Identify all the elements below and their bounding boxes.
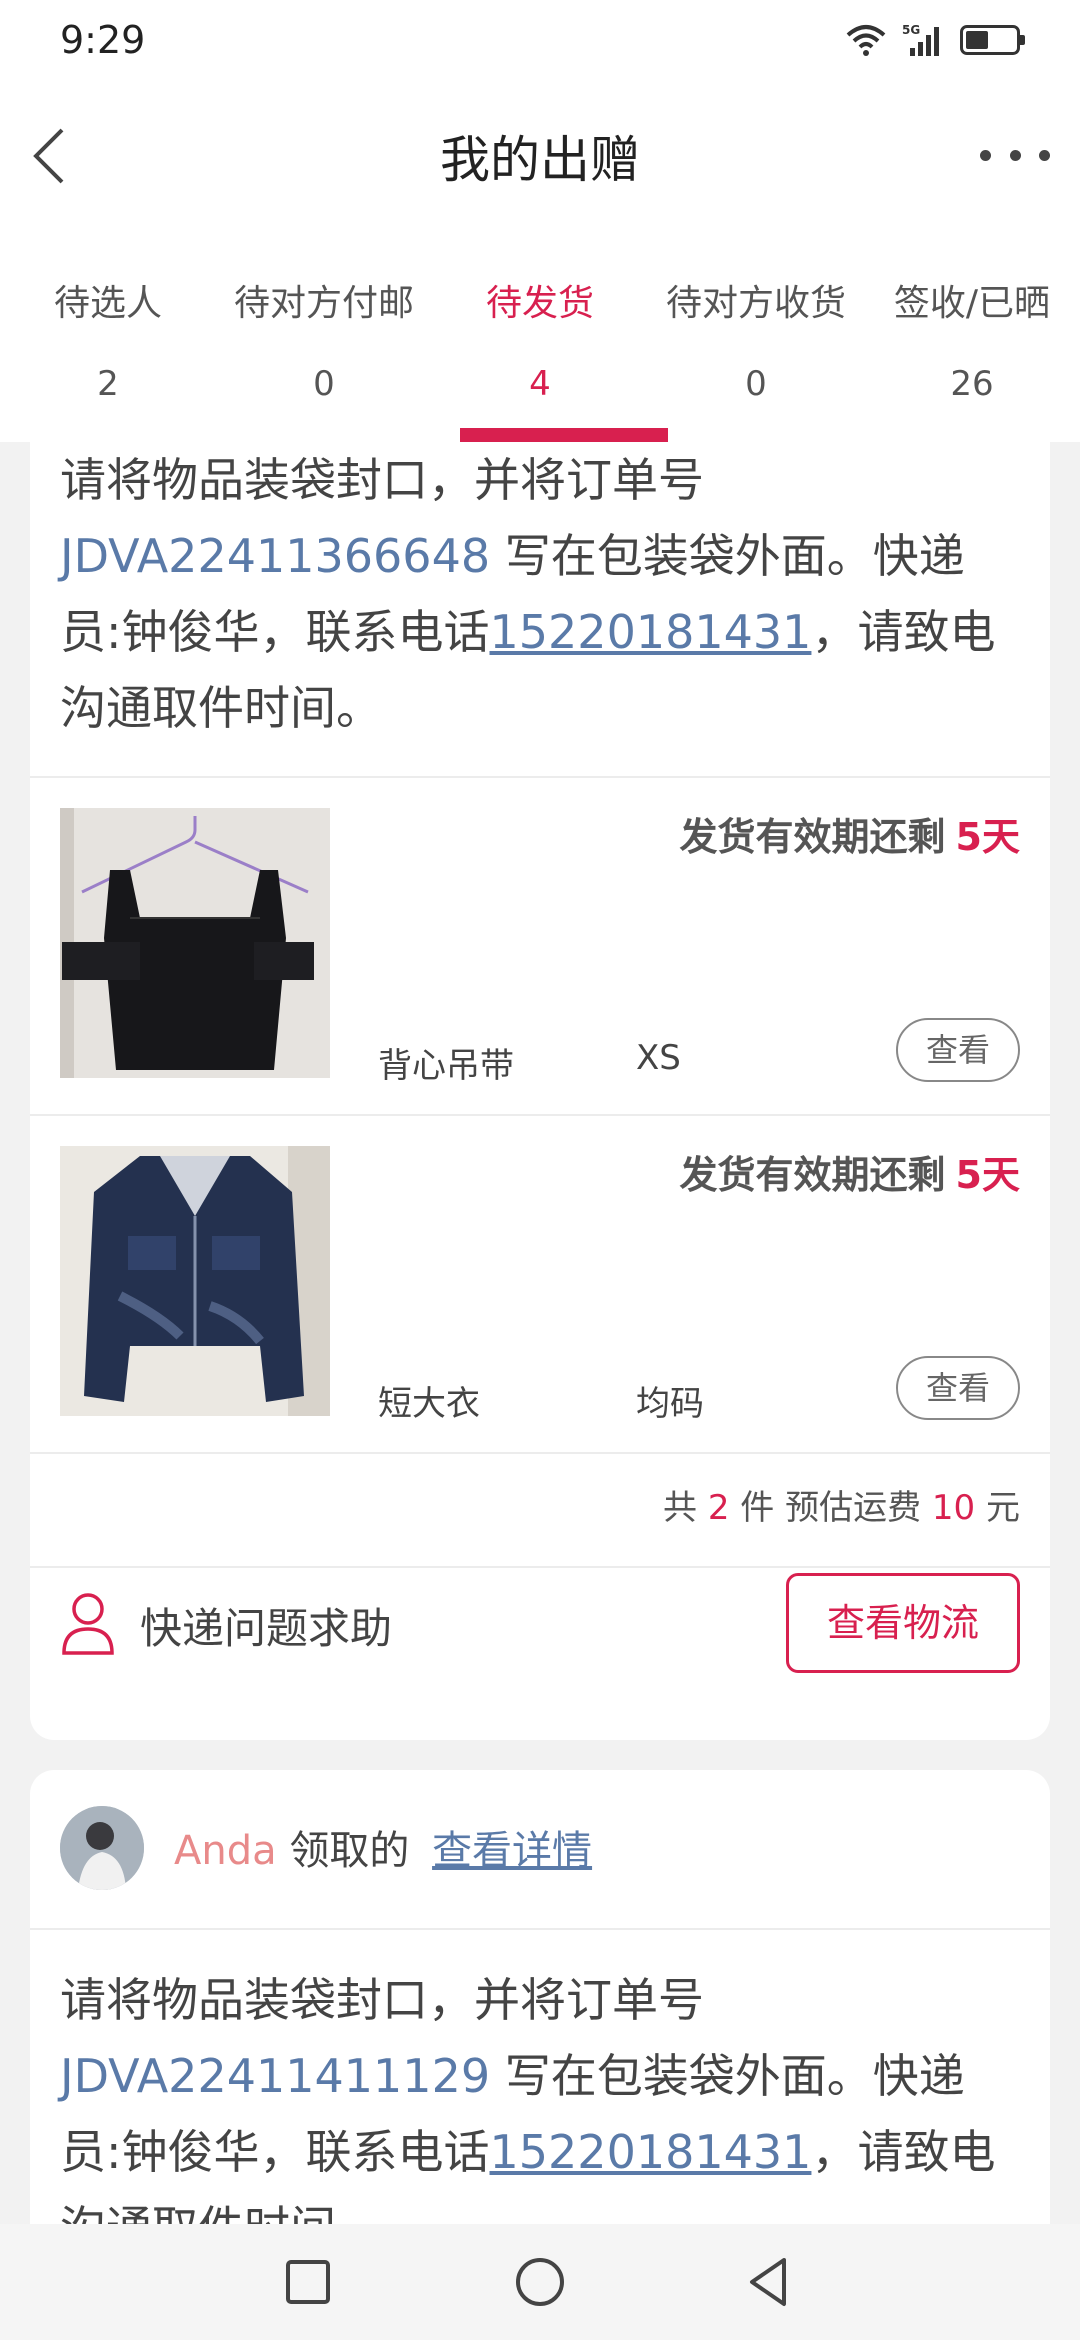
deadline-days: 5天 [955,815,1020,859]
courier-help-row: 快递问题求助 查看物流 [30,1567,1050,1697]
item-count: 2 [707,1488,730,1528]
item-name: 背心吊带 [378,1046,514,1086]
tab-pending-selection[interactable]: 待选人 2 [0,230,216,442]
instruction-prefix: 请将物品装袋封口，并将订单号 [60,453,704,507]
shipping-deadline: 发货有效期还剩 5天 [680,1144,1020,1199]
phone-link[interactable]: 15220181431 [490,605,812,659]
status-icons: 5G [846,20,1025,60]
tab-signed-shared[interactable]: 签收/已晒 26 [864,230,1080,442]
instruction-prefix: 请将物品装袋封口，并将订单号 [60,1973,704,2027]
black-camisole-photo[interactable] [60,808,330,1078]
tab-label: 待发货 [485,283,594,324]
tab-pending-shipment[interactable]: 待发货 4 [432,230,668,442]
shipping-instructions: 请将物品装袋封口，并将订单号 JDVA22411366648 写在包装袋外面。快… [60,442,1020,746]
order-number: JDVA22411366648 [60,529,491,583]
system-nav-bar [0,2224,1080,2340]
item-row: 发货有效期还剩 5天 短大衣 均码 查看 [30,1116,1050,1452]
tab-label: 待选人 [53,283,162,324]
divider [30,1928,1050,1930]
signal-label: 5G [902,23,920,37]
page-title: 我的出赠 [440,131,640,189]
view-details-link[interactable]: 查看详情 [432,1828,592,1874]
tab-pending-receipt[interactable]: 待对方收货 0 [648,230,864,442]
tab-label: 签收/已晒 [893,283,1051,324]
deadline-label: 发货有效期还剩 [679,815,946,859]
view-button[interactable]: 查看 [896,1356,1020,1420]
tab-label: 待对方收货 [665,283,846,324]
tab-count: 4 [529,364,551,404]
summary-prefix: 共 [663,1488,708,1528]
phone-link[interactable]: 15220181431 [490,2125,812,2179]
receiver-info: Anda 领取的 查看详情 [174,1818,592,1876]
view-button[interactable]: 查看 [896,1018,1020,1082]
view-logistics-button[interactable]: 查看物流 [786,1573,1020,1673]
shipping-fee: 10 [931,1488,976,1528]
back-nav-icon[interactable] [740,2252,800,2312]
item-row: 发货有效期还剩 5天 背心吊带 XS 查看 [30,778,1050,1114]
tab-label: 待对方付邮 [233,283,414,324]
item-name: 短大衣 [378,1384,480,1424]
item-size: 均码 [636,1384,704,1424]
deadline-label: 发货有效期还剩 [679,1153,946,1197]
wifi-icon [846,25,886,56]
shipping-instructions: 请将物品装袋封口，并将订单号 JDVA22411411129 写在包装袋外面。快… [60,1962,1020,2266]
header: 我的出赠 [0,80,1080,230]
tab-count: 0 [313,364,335,404]
courier-help-link[interactable]: 快递问题求助 [140,1595,392,1656]
status-time: 9:29 [60,18,146,62]
tab-underline [460,428,668,442]
deadline-days: 5天 [955,1153,1020,1197]
tab-pending-postage[interactable]: 待对方付邮 0 [216,230,432,442]
denim-jacket-photo[interactable] [60,1146,330,1416]
home-icon[interactable] [510,2252,570,2312]
battery-icon [960,25,1025,55]
receiver-suffix: 领取的 [276,1828,423,1874]
status-tabs: 待选人 2 待对方付邮 0 待发货 4 待对方收货 0 签收/已晒 26 [0,230,1080,442]
item-size: XS [636,1038,681,1078]
receiver-row: Anda 领取的 查看详情 [30,1770,1050,1920]
more-options-icon[interactable] [980,130,1050,180]
order-number: JDVA22411411129 [60,2049,491,2103]
receiver-name[interactable]: Anda [174,1828,277,1874]
divider [30,1452,1050,1454]
summary-suffix: 元 [975,1488,1020,1528]
summary-mid: 件 预估运费 [729,1488,932,1528]
person-icon [62,1593,114,1655]
avatar[interactable] [60,1806,144,1890]
tab-count: 0 [745,364,767,404]
tab-count: 2 [97,364,119,404]
tab-count: 26 [950,364,994,404]
recent-apps-icon[interactable] [278,2252,338,2312]
status-bar: 9:29 5G [0,0,1080,80]
battery-level [966,31,988,49]
signal-icon: 5G [902,23,939,56]
order-summary: 共 2 件 预估运费 10 元 [663,1480,1020,1529]
order-card: 请将物品装袋封口，并将订单号 JDVA22411366648 写在包装袋外面。快… [30,442,1050,1740]
shipping-deadline: 发货有效期还剩 5天 [680,806,1020,861]
